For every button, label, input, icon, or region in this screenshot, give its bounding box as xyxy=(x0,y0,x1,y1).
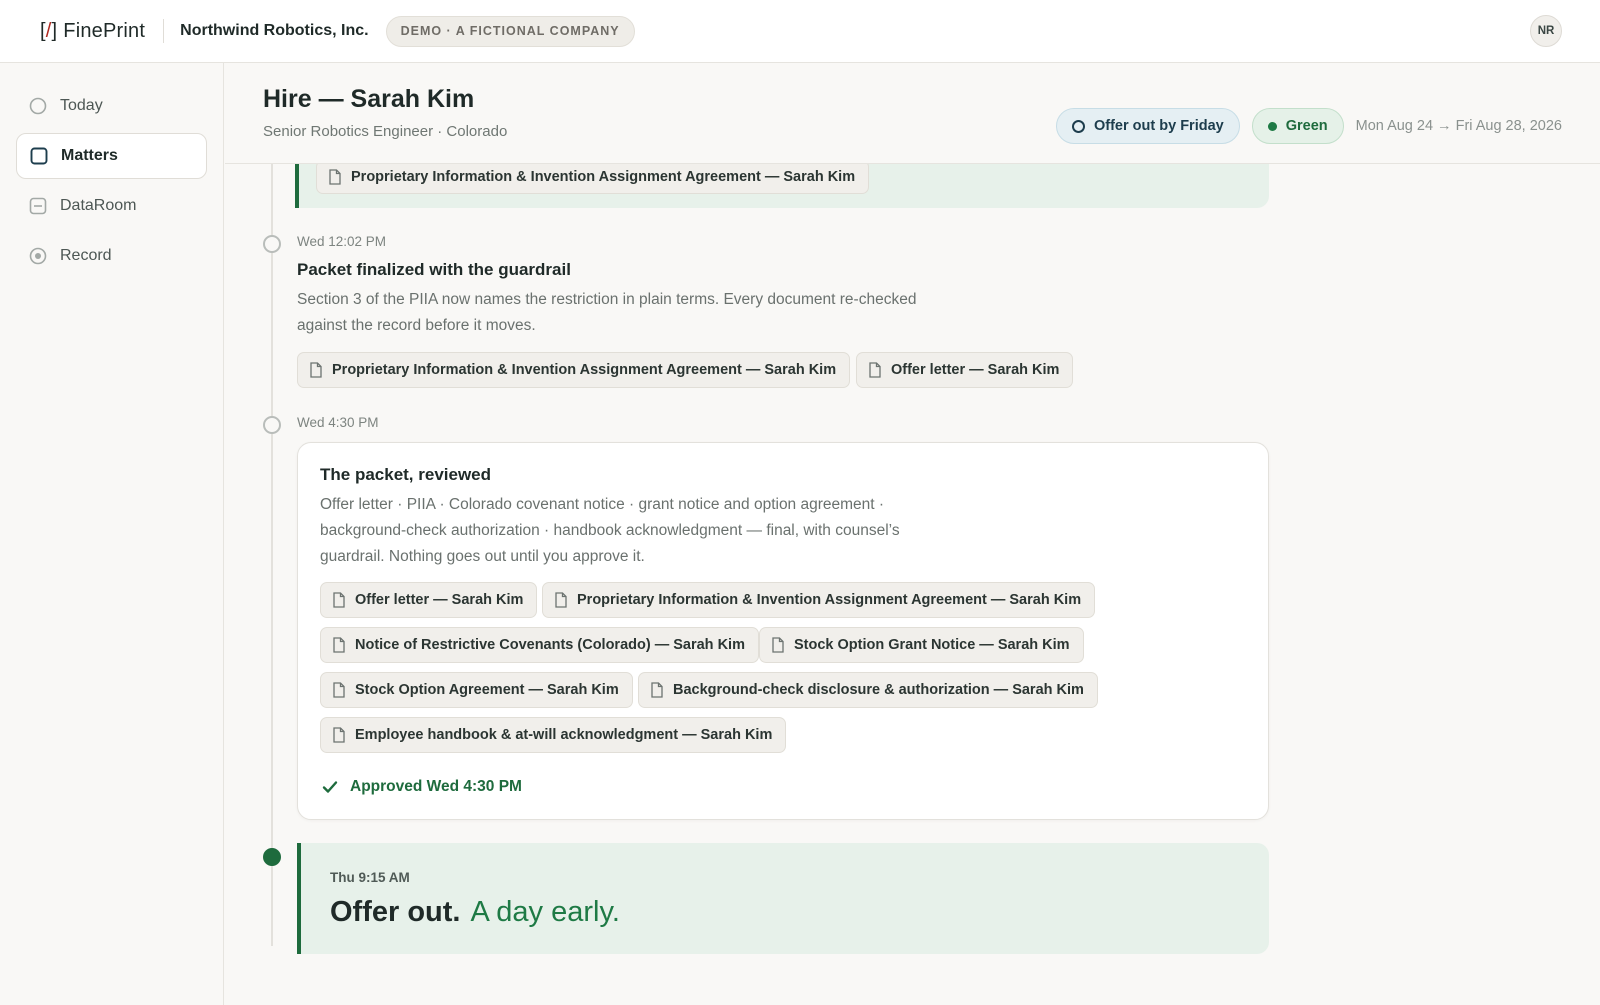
event-headline: Offer out. A day early. xyxy=(330,896,620,928)
circle-icon xyxy=(29,97,47,115)
topbar-divider xyxy=(163,19,165,43)
status-dot-icon xyxy=(1267,121,1277,131)
check-icon xyxy=(322,781,338,793)
deadline-pill[interactable]: Offer out by Friday xyxy=(1056,108,1240,144)
event-title: Packet finalized with the guardrail xyxy=(297,260,571,279)
timeline-node xyxy=(263,235,281,253)
document-chip[interactable]: Proprietary Information & Invention Assi… xyxy=(297,352,851,388)
document-icon xyxy=(333,637,345,653)
approval-status: Approved Wed 4:30 PM xyxy=(322,778,522,796)
logo-mark: [/] xyxy=(40,19,58,42)
ring-icon xyxy=(1072,119,1085,133)
demo-badge: DEMO · A FICTIONAL COMPANY xyxy=(385,15,635,47)
document-icon xyxy=(333,682,345,698)
sidebar-item-today[interactable]: Today xyxy=(16,83,207,129)
company-name: Northwind Robotics, Inc. xyxy=(180,22,369,39)
sidebar-item-label: Record xyxy=(60,247,112,264)
page-subtitle: Senior Robotics Engineer · Colorado xyxy=(263,123,508,140)
event-body: Offer letter · PIIA · Colorado covenant … xyxy=(320,496,900,565)
offer-out-card: Thu 9:15 AM Offer out. A day early. xyxy=(297,843,1269,954)
event-timestamp: Thu 9:15 AM xyxy=(330,870,410,885)
document-chip[interactable]: Proprietary Information & Invention Assi… xyxy=(542,582,1096,618)
sidebar-item-label: Matters xyxy=(61,147,118,164)
document-chip[interactable]: Offer letter — Sarah Kim xyxy=(856,352,1074,388)
dataroom-icon xyxy=(29,197,47,215)
avatar[interactable]: NR xyxy=(1530,15,1562,47)
document-chip[interactable]: Stock Option Agreement — Sarah Kim xyxy=(320,672,633,708)
timeline-node-current xyxy=(263,848,281,866)
review-card: The packet, reviewed Offer letter · PIIA… xyxy=(297,442,1269,820)
document-icon xyxy=(651,682,663,698)
document-chip[interactable]: Offer letter — Sarah Kim xyxy=(320,582,538,618)
fineprint-logo[interactable]: [/] FinePrint xyxy=(40,20,145,43)
logo-text: FinePrint xyxy=(63,19,146,42)
page-title: Hire — Sarah Kim xyxy=(263,85,475,113)
record-icon xyxy=(29,247,47,265)
sidebar-item-label: DataRoom xyxy=(60,197,137,214)
timeline-line xyxy=(271,164,273,946)
sidebar-item-dataroom[interactable]: DataRoom xyxy=(16,183,207,229)
timeline-node xyxy=(263,416,281,434)
document-icon xyxy=(772,637,784,653)
top-bar: [/] FinePrint Northwind Robotics, Inc. D… xyxy=(0,0,1600,63)
document-icon xyxy=(555,592,567,608)
date-range: Mon Aug 24 → Fri Aug 28, 2026 xyxy=(1355,118,1562,134)
document-chip[interactable]: Stock Option Grant Notice — Sarah Kim xyxy=(759,627,1084,663)
sidebar-item-matters[interactable]: Matters xyxy=(16,133,207,179)
document-chip[interactable]: Background-check disclosure & authorizat… xyxy=(638,672,1098,708)
matter-header: Hire — Sarah Kim Senior Robotics Enginee… xyxy=(225,63,1600,164)
sidebar: Today Matters DataRoom Record xyxy=(0,63,224,1005)
document-icon xyxy=(869,362,881,378)
event-title: The packet, reviewed xyxy=(320,465,492,484)
document-icon xyxy=(329,169,341,185)
header-status-group: Offer out by Friday Green Mon Aug 24 → F… xyxy=(1056,108,1562,144)
document-icon xyxy=(333,592,345,608)
status-badge[interactable]: Green xyxy=(1251,108,1344,144)
document-icon xyxy=(333,727,345,743)
document-icon xyxy=(310,362,322,378)
sidebar-item-record[interactable]: Record xyxy=(16,233,207,279)
document-chip[interactable]: Employee handbook & at-will acknowledgme… xyxy=(320,717,787,753)
event-timestamp: Wed 4:30 PM xyxy=(297,415,379,430)
document-chip[interactable]: Proprietary Information & Invention Assi… xyxy=(316,160,870,194)
document-chip[interactable]: Notice of Restrictive Covenants (Colorad… xyxy=(320,627,759,663)
event-timestamp: Wed 12:02 PM xyxy=(297,234,387,249)
square-icon xyxy=(30,147,48,165)
event-body: Section 3 of the PIIA now names the rest… xyxy=(297,291,917,334)
sidebar-item-label: Today xyxy=(60,97,103,114)
